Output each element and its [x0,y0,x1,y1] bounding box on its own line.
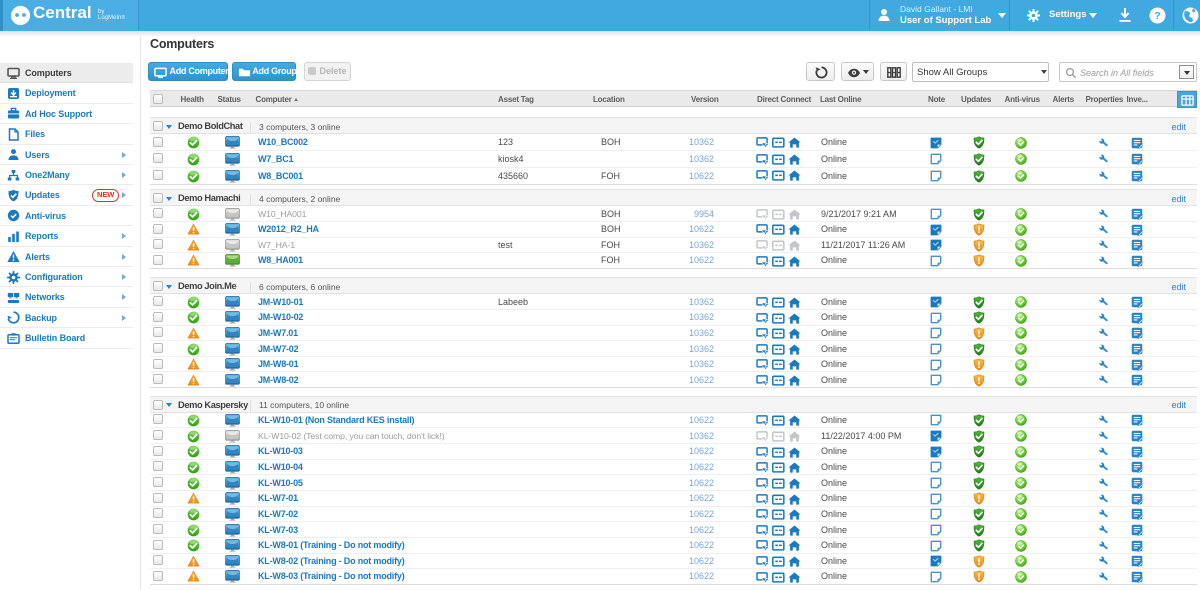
svg-text:?: ? [1154,10,1160,22]
